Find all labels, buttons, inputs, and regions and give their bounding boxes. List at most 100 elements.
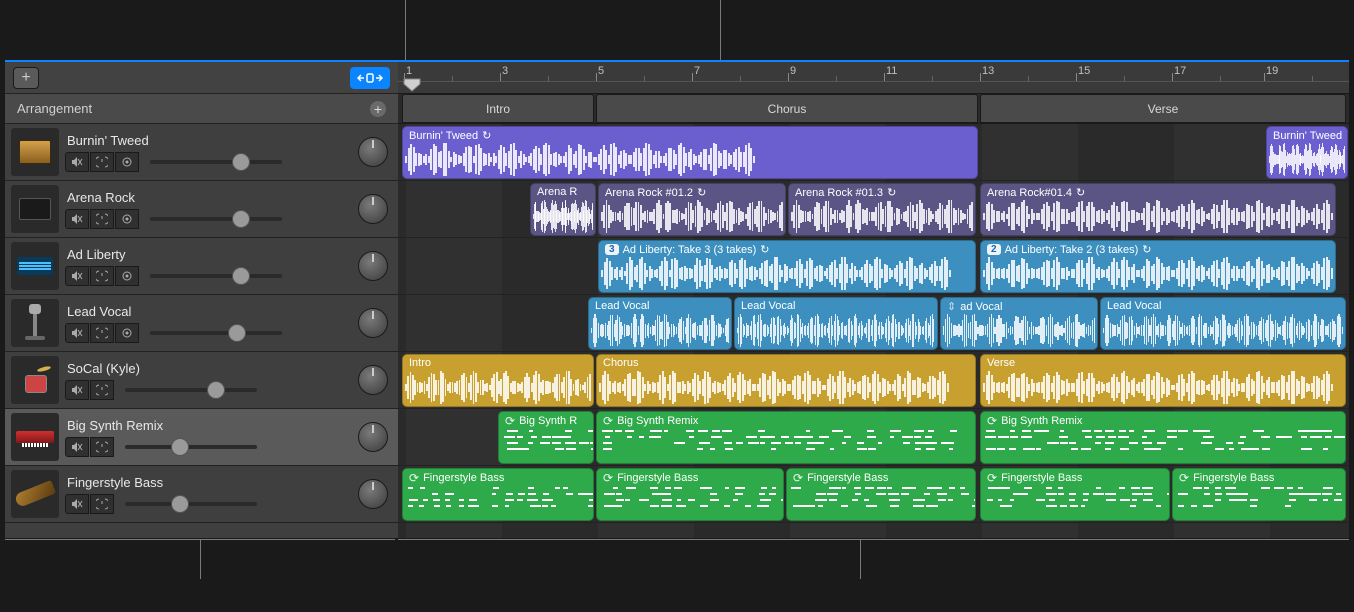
region-label: Ad Liberty: Take 2 (3 takes)	[1005, 244, 1139, 256]
volume-slider[interactable]	[150, 324, 282, 342]
region[interactable]: ⟳Fingerstyle Bass	[596, 468, 784, 521]
pan-knob[interactable]	[358, 308, 388, 338]
volume-slider[interactable]	[125, 495, 257, 513]
solo-button[interactable]	[90, 323, 114, 343]
region[interactable]: Chorus	[596, 354, 976, 407]
ruler-number: 11	[886, 65, 897, 77]
track-header[interactable]: Lead Vocal	[5, 295, 398, 352]
volume-slider[interactable]	[150, 153, 282, 171]
region[interactable]: Lead Vocal	[1100, 297, 1346, 350]
volume-slider[interactable]	[150, 267, 282, 285]
region[interactable]: ⟳Fingerstyle Bass	[786, 468, 976, 521]
track-headers-panel: + Arrangement + Burnin' Tweed Arena Rock	[5, 62, 398, 538]
ruler-number: 15	[1078, 65, 1090, 77]
loop-icon: ⟳	[505, 414, 515, 428]
pan-knob[interactable]	[358, 422, 388, 452]
region[interactable]: ⟳Big Synth Remix	[596, 411, 976, 464]
region-label: Lead Vocal	[595, 300, 649, 312]
volume-slider[interactable]	[125, 438, 257, 456]
loop-icon: ⟳	[1179, 471, 1189, 485]
mute-button[interactable]	[65, 323, 89, 343]
add-arrangement-marker-button[interactable]: +	[370, 101, 386, 117]
region[interactable]: ⟳ Big Synth R	[498, 411, 594, 464]
solo-button[interactable]	[90, 380, 114, 400]
mute-button[interactable]	[65, 494, 89, 514]
arrangement-marker[interactable]: Verse	[980, 94, 1346, 123]
arrangement-marker[interactable]: Chorus	[596, 94, 978, 123]
loop-icon: ↻	[1346, 129, 1348, 142]
loop-icon: ⟳	[793, 471, 803, 485]
region-label: Burnin' Tweed	[1273, 130, 1342, 142]
loop-icon: ⟳	[409, 471, 419, 485]
track-header[interactable]: Burnin' Tweed	[5, 124, 398, 181]
track-header[interactable]: Ad Liberty	[5, 238, 398, 295]
region[interactable]: Burnin' Tweed ↻	[402, 126, 978, 179]
mute-button[interactable]	[65, 380, 89, 400]
mute-button[interactable]	[65, 152, 89, 172]
loop-icon: ⟳	[603, 414, 613, 428]
track-instrument-icon	[11, 128, 59, 176]
arrangement-label: Arrangement	[17, 101, 92, 116]
input-monitor-button[interactable]	[115, 266, 139, 286]
track-header[interactable]: Big Synth Remix	[5, 409, 398, 466]
region-label: Lead Vocal	[1107, 300, 1161, 312]
pan-knob[interactable]	[358, 194, 388, 224]
input-monitor-button[interactable]	[115, 209, 139, 229]
solo-button[interactable]	[90, 209, 114, 229]
mute-button[interactable]	[65, 266, 89, 286]
region[interactable]: ⟳Fingerstyle Bass	[980, 468, 1170, 521]
region-label: Arena R	[537, 186, 577, 198]
playhead[interactable]	[403, 78, 421, 92]
region[interactable]: ⇕ad Vocal	[940, 297, 1098, 350]
ruler-number: 5	[598, 65, 604, 77]
ruler-number: 1	[406, 65, 412, 77]
region[interactable]: 2Ad Liberty: Take 2 (3 takes) ↻	[980, 240, 1336, 293]
region[interactable]: Arena R	[530, 183, 596, 236]
tracks-timeline-panel: 135791113151719 IntroChorusVerse Burnin'…	[398, 62, 1349, 538]
arrangement-track[interactable]: IntroChorusVerse	[398, 94, 1349, 124]
mute-button[interactable]	[65, 437, 89, 457]
region[interactable]: 3Ad Liberty: Take 3 (3 takes) ↻	[598, 240, 976, 293]
solo-button[interactable]	[90, 266, 114, 286]
arrangement-header[interactable]: Arrangement +	[5, 94, 398, 124]
tracks-area[interactable]: Burnin' Tweed ↻Burnin' Tweed ↻Arena RAre…	[398, 124, 1349, 538]
region[interactable]: Lead Vocal	[734, 297, 938, 350]
region[interactable]: Burnin' Tweed ↻	[1266, 126, 1348, 179]
track-header[interactable]: Arena Rock	[5, 181, 398, 238]
horizontal-zoom-button[interactable]	[350, 67, 390, 89]
pan-knob[interactable]	[358, 479, 388, 509]
volume-slider[interactable]	[125, 381, 257, 399]
track-instrument-icon	[11, 299, 59, 347]
volume-slider[interactable]	[150, 210, 282, 228]
ruler-number: 19	[1266, 65, 1278, 77]
region[interactable]: Verse	[980, 354, 1346, 407]
region-label: Big Synth R	[519, 415, 577, 427]
loop-icon: ⟳	[987, 414, 997, 428]
pan-knob[interactable]	[358, 137, 388, 167]
pan-knob[interactable]	[358, 365, 388, 395]
region[interactable]: Arena Rock #01.3 ↻	[788, 183, 976, 236]
track-name-label: Lead Vocal	[65, 304, 358, 319]
pan-knob[interactable]	[358, 251, 388, 281]
add-track-button[interactable]: +	[13, 67, 39, 89]
arrangement-marker[interactable]: Intro	[402, 94, 594, 123]
solo-button[interactable]	[90, 494, 114, 514]
region[interactable]: Arena Rock#01.4 ↻	[980, 183, 1336, 236]
region-label: Ad Liberty: Take 3 (3 takes)	[623, 244, 757, 256]
region[interactable]: ⟳Big Synth Remix	[980, 411, 1346, 464]
solo-button[interactable]	[90, 437, 114, 457]
region-label: Intro	[409, 357, 431, 369]
region[interactable]: Lead Vocal	[588, 297, 732, 350]
track-header[interactable]: SoCal (Kyle)	[5, 352, 398, 409]
input-monitor-button[interactable]	[115, 323, 139, 343]
mute-button[interactable]	[65, 209, 89, 229]
region[interactable]: Intro	[402, 354, 594, 407]
ruler[interactable]: 135791113151719	[398, 62, 1349, 94]
region[interactable]: ⟳Fingerstyle Bass	[1172, 468, 1346, 521]
loop-icon: ↻	[1142, 243, 1151, 256]
track-header[interactable]: Fingerstyle Bass	[5, 466, 398, 523]
region[interactable]: Arena Rock #01.2 ↻	[598, 183, 786, 236]
input-monitor-button[interactable]	[115, 152, 139, 172]
region[interactable]: ⟳Fingerstyle Bass	[402, 468, 594, 521]
solo-button[interactable]	[90, 152, 114, 172]
